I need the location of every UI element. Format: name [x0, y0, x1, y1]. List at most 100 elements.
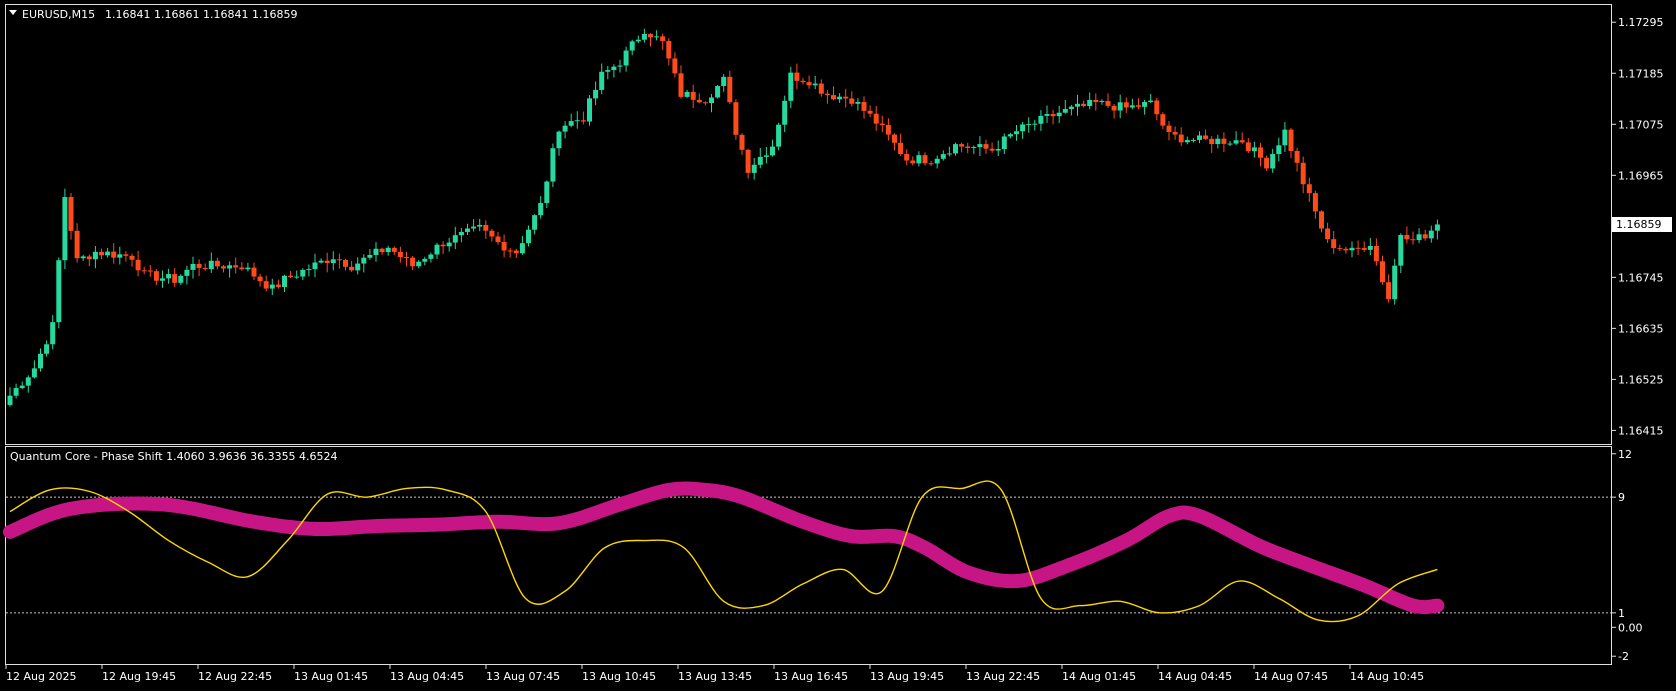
candle-body: [1026, 124, 1032, 126]
candle-body: [147, 270, 153, 272]
candle-body: [684, 91, 690, 97]
candle-body: [282, 275, 287, 287]
candle-body: [678, 73, 684, 97]
candle-body: [1288, 129, 1294, 151]
time-tick-label: 13 Aug 16:45: [774, 670, 848, 683]
candle-body: [648, 34, 653, 38]
candle-body: [837, 96, 843, 100]
candle-body: [141, 270, 147, 272]
candle-body: [928, 163, 934, 165]
candle-body: [483, 224, 489, 231]
current-price-tag: 1.16859: [1612, 217, 1672, 232]
candle-body: [751, 164, 757, 173]
candle-body: [617, 65, 623, 67]
candle-body: [391, 247, 397, 252]
candle-body: [117, 254, 123, 258]
candle-body: [1227, 143, 1233, 145]
candle-body: [910, 160, 916, 164]
indicator-tick-label: 9: [1618, 491, 1625, 504]
candle-body: [227, 265, 233, 269]
candle-body: [105, 251, 111, 256]
candle-body: [1209, 138, 1215, 145]
candle-body: [934, 158, 940, 164]
candle-body: [1215, 138, 1221, 145]
price-tick-label: 1.17295: [1618, 16, 1664, 29]
candle-body: [1361, 248, 1367, 250]
candle-body: [74, 230, 80, 259]
candle-body: [599, 71, 605, 90]
candle-body: [873, 113, 879, 124]
candle-body: [458, 231, 464, 236]
candle-body: [709, 97, 714, 104]
candle-body: [1117, 102, 1123, 111]
time-tick-label: 14 Aug 01:45: [1062, 670, 1136, 683]
candle-body: [239, 267, 245, 270]
candle-body: [92, 251, 98, 260]
trading-chart[interactable]: 1.17295 1.17185 1.17075 1.16965 1.16745 1.166…: [0, 0, 1676, 691]
candle-body: [367, 254, 373, 258]
candle-body: [641, 34, 647, 40]
candle-body: [294, 276, 300, 278]
time-tick-label: 12 Aug 2025: [6, 670, 76, 683]
candle-body: [1166, 125, 1172, 132]
candle-body: [776, 124, 782, 147]
candle-body: [1343, 248, 1349, 251]
candle-body: [397, 251, 403, 258]
indicator-tick-label: 0.00: [1618, 621, 1643, 634]
candle-body: [1245, 142, 1251, 152]
candle-body: [306, 269, 312, 271]
candle-body: [532, 215, 538, 230]
indicator-title: Quantum Core - Phase Shift 1.4060 3.9636…: [10, 450, 338, 463]
candle-body: [1203, 135, 1209, 139]
chart-header: EURUSD,M15 1.16841 1.16861 1.16841 1.168…: [9, 8, 297, 21]
candle-body: [501, 241, 507, 251]
candle-body: [477, 224, 483, 227]
candle-body: [184, 269, 190, 276]
candle-body: [495, 236, 501, 242]
candle-body: [1251, 147, 1257, 152]
candle-body: [1428, 230, 1434, 239]
candle-body: [1111, 105, 1117, 111]
candle-body: [300, 269, 306, 277]
candle-body: [19, 385, 25, 389]
candle-body: [556, 131, 562, 149]
candle-body: [885, 124, 891, 135]
time-tick-label: 12 Aug 19:45: [102, 670, 176, 683]
candle-body: [1032, 123, 1038, 125]
candle-body: [1197, 135, 1202, 140]
candle-body: [1380, 261, 1385, 283]
candle-body: [38, 353, 43, 369]
candle-body: [379, 248, 385, 253]
candle-body: [330, 259, 336, 264]
candle-body: [654, 36, 660, 38]
candle-body: [782, 100, 788, 125]
candle-body: [1038, 115, 1044, 124]
candle-body: [544, 181, 550, 204]
candle-body: [715, 86, 721, 98]
candle-body: [1178, 134, 1184, 143]
candle-body: [1300, 162, 1306, 185]
candle-body: [1294, 150, 1300, 163]
candle-body: [763, 155, 769, 157]
candle-body: [1355, 247, 1361, 249]
candle-body: [855, 101, 861, 104]
candle-body: [56, 260, 62, 323]
candle-body: [702, 102, 708, 104]
candle-body: [1282, 129, 1288, 146]
indicator-tick-label: 12: [1618, 448, 1632, 461]
candle-body: [1123, 102, 1129, 108]
candle-body: [80, 256, 86, 259]
candle-body: [794, 72, 800, 81]
candle-body: [123, 254, 129, 256]
candle-body: [879, 123, 885, 125]
candle-body: [343, 260, 348, 267]
candle-body: [324, 260, 330, 264]
candle-body: [1349, 247, 1355, 251]
candle-body: [757, 156, 763, 165]
candle-body: [416, 261, 422, 267]
candle-body: [959, 144, 965, 147]
indicator-tick-label: 1: [1618, 607, 1625, 620]
candle-body: [135, 259, 141, 271]
candle-body: [989, 148, 995, 151]
candle-body: [587, 98, 592, 122]
